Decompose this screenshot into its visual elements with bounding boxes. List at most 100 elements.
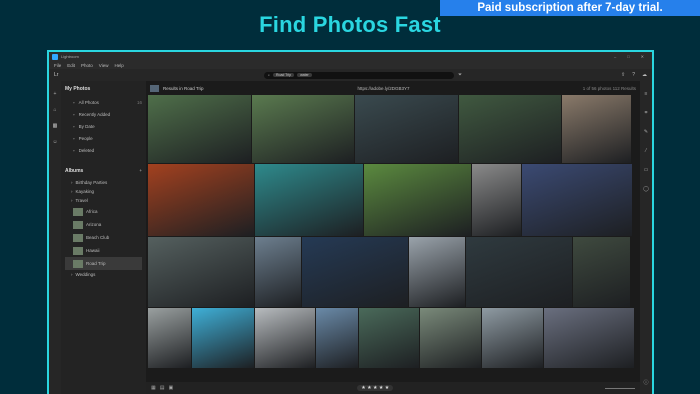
album-thumbnail: [73, 259, 83, 268]
photo-thumbnail[interactable]: [472, 164, 521, 236]
brush-icon[interactable]: ⁄: [646, 148, 647, 154]
square-view-icon[interactable]: ▤: [160, 385, 165, 391]
minimize-icon[interactable]: –: [614, 54, 616, 59]
album-item[interactable]: › Weddings: [65, 270, 142, 279]
results-count: 1 of 56 photos 112 Results: [582, 85, 636, 91]
learn-icon[interactable]: ⌂: [53, 107, 56, 113]
chevron-right-icon: ›: [71, 272, 73, 277]
search-bar[interactable]: ⌕ Road Trip water: [264, 71, 454, 79]
photo-thumbnail[interactable]: [466, 237, 572, 307]
sidebar-item-label: All Photos: [78, 99, 99, 105]
album-item[interactable]: › Birthday Parties: [65, 178, 142, 187]
search-icon: ⌕: [268, 73, 270, 77]
photo-thumbnail[interactable]: [148, 308, 192, 368]
sidebar-item[interactable]: ▫ People: [65, 132, 142, 144]
add-photos-icon[interactable]: +: [54, 91, 57, 97]
app-logo-icon: [52, 53, 58, 60]
photo-thumbnail[interactable]: [459, 95, 561, 163]
album-item[interactable]: › Travel: [65, 196, 142, 205]
photo-thumbnail[interactable]: [358, 308, 419, 368]
crop-icon[interactable]: ⌗: [645, 110, 648, 116]
photo-thumbnail[interactable]: [255, 237, 301, 307]
album-label: Hawaii: [86, 248, 100, 253]
photo-thumbnail[interactable]: [192, 308, 254, 368]
left-rail: + ⌂ ▥ ☺: [49, 81, 61, 394]
chevron-right-icon: ›: [71, 189, 73, 194]
album-label: Africa: [86, 209, 98, 214]
share-icon[interactable]: ⇪: [621, 72, 625, 78]
album-item[interactable]: Beach Club: [65, 231, 142, 244]
photo-thumbnail[interactable]: [544, 308, 634, 368]
healing-icon[interactable]: ✎: [644, 129, 648, 135]
album-label: Road Trip: [86, 261, 106, 266]
grid-header: Results in Road Trip https://adobe.ly/2D…: [146, 81, 640, 95]
album-item[interactable]: Hawaii: [65, 244, 142, 257]
photo-thumbnail[interactable]: [409, 237, 465, 307]
zoom-slider[interactable]: [605, 387, 635, 389]
menu-edit[interactable]: Edit: [67, 63, 75, 68]
photo-thumbnail[interactable]: [255, 164, 363, 236]
photo-thumbnail[interactable]: [573, 237, 630, 307]
menu-help[interactable]: Help: [114, 63, 123, 68]
title-bar: Lightroom – □ ✕: [49, 52, 652, 61]
photo-thumbnail[interactable]: [355, 95, 458, 163]
library-panel: My Photos ▫ All Photos 16 ▫ Recently Added ▫ B…: [61, 81, 146, 394]
gradient-icon[interactable]: ▭: [644, 167, 649, 173]
toolbar: Lr ⌕ Road Trip water ⏷ ⇪ ? ☁: [49, 69, 652, 81]
photo-thumbnail[interactable]: [482, 308, 544, 368]
menu-photo[interactable]: Photo: [81, 63, 93, 68]
cloud-icon[interactable]: ☁: [642, 72, 647, 78]
menu-file[interactable]: File: [54, 63, 61, 68]
item-icon: ▫: [73, 123, 75, 129]
album-thumbnail: [73, 233, 83, 242]
app-window: Lightroom – □ ✕ File Edit Photo View Hel…: [47, 50, 654, 394]
photo-thumbnail[interactable]: [252, 95, 354, 163]
people-icon[interactable]: ☺: [52, 139, 57, 145]
sidebar-item[interactable]: ▫ Recently Added: [65, 108, 142, 120]
sidebar-item[interactable]: ▫ Deleted: [65, 144, 142, 156]
add-album-icon[interactable]: +: [139, 168, 142, 178]
sidebar-item-label: Recently Added: [78, 111, 111, 117]
photo-thumbnail[interactable]: [522, 164, 632, 236]
album-item[interactable]: Road Trip: [65, 257, 142, 270]
info-icon[interactable]: ⓘ: [643, 379, 648, 386]
rating-stars[interactable]: ★ ★ ★ ★ ★: [357, 385, 394, 391]
filter-chip[interactable]: Road Trip: [272, 73, 295, 77]
item-icon: ▫: [73, 147, 75, 153]
photo-thumbnail[interactable]: [148, 164, 254, 236]
grid-view-icon[interactable]: ▦: [151, 385, 156, 391]
album-item[interactable]: Africa: [65, 205, 142, 218]
photo-thumbnail[interactable]: [254, 308, 315, 368]
detail-view-icon[interactable]: ▣: [168, 385, 173, 391]
item-icon: ▫: [73, 135, 75, 141]
radial-icon[interactable]: ◯: [643, 186, 649, 192]
photo-grid-area: Results in Road Trip https://adobe.ly/2D…: [146, 81, 640, 394]
photo-grid: [148, 95, 634, 369]
photo-thumbnail[interactable]: [364, 164, 471, 236]
album-item[interactable]: Arizona: [65, 218, 142, 231]
maximize-icon[interactable]: □: [627, 54, 629, 59]
photo-thumbnail[interactable]: [419, 308, 482, 368]
filter-chip[interactable]: water: [297, 73, 312, 77]
item-icon: ▫: [73, 99, 75, 105]
sidebar-item[interactable]: ▫ By Date: [65, 120, 142, 132]
help-icon[interactable]: ?: [632, 72, 635, 78]
photo-thumbnail[interactable]: [315, 308, 358, 368]
edit-icon[interactable]: ≡: [645, 91, 648, 97]
my-photos-heading: My Photos: [65, 86, 91, 92]
photo-thumbnail[interactable]: [302, 237, 408, 307]
sidebar-item-label: Deleted: [78, 147, 95, 153]
photo-thumbnail[interactable]: [562, 95, 631, 163]
menu-view[interactable]: View: [99, 63, 109, 68]
share-url[interactable]: https://adobe.ly/2DGB3Y7: [358, 86, 410, 91]
photo-thumbnail[interactable]: [148, 237, 254, 307]
album-item[interactable]: › Kayaking: [65, 187, 142, 196]
photo-thumbnail[interactable]: [148, 95, 251, 163]
close-icon[interactable]: ✕: [641, 54, 644, 59]
album-thumbnail: [73, 246, 83, 255]
sidebar-item[interactable]: ▫ All Photos 16: [65, 96, 142, 108]
library-icon[interactable]: ▥: [53, 123, 58, 129]
filter-icon[interactable]: ⏷: [458, 72, 462, 78]
bottom-bar: ▦ ▤ ▣ ★ ★ ★ ★ ★: [146, 382, 640, 394]
window-title: Lightroom: [61, 54, 79, 59]
